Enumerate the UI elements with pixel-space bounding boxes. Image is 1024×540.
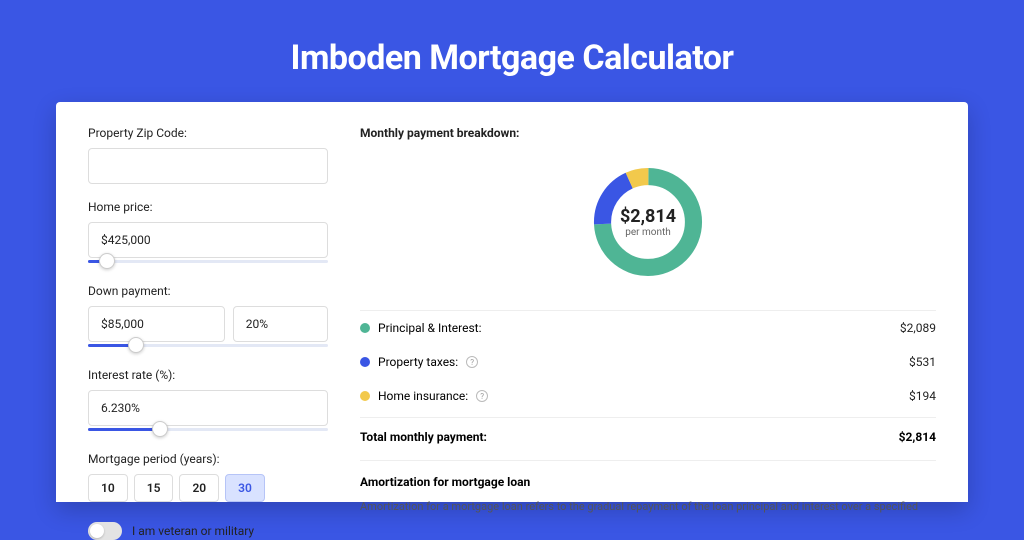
legend-insurance-row: Home insurance: ? $194 bbox=[360, 379, 936, 413]
zip-input[interactable] bbox=[88, 148, 328, 184]
period-label: Mortgage period (years): bbox=[88, 452, 328, 466]
slider-thumb[interactable] bbox=[128, 337, 144, 353]
home-price-block: Home price: bbox=[88, 200, 328, 268]
info-icon[interactable]: ? bbox=[466, 356, 478, 368]
dot-yellow-icon bbox=[360, 391, 370, 401]
veteran-toggle[interactable] bbox=[88, 522, 122, 540]
interest-rate-block: Interest rate (%): bbox=[88, 368, 328, 436]
legend-taxes-row: Property taxes: ? $531 bbox=[360, 345, 936, 379]
home-price-label: Home price: bbox=[88, 200, 328, 214]
zip-label: Property Zip Code: bbox=[88, 126, 328, 140]
toggle-knob bbox=[90, 524, 104, 538]
legend-principal-row: Principal & Interest: $2,089 bbox=[360, 311, 936, 345]
period-20-button[interactable]: 20 bbox=[179, 474, 219, 502]
legend-taxes-value: $531 bbox=[909, 355, 936, 369]
down-payment-percent-input[interactable] bbox=[233, 306, 328, 342]
down-payment-slider[interactable] bbox=[88, 340, 328, 352]
interest-rate-slider[interactable] bbox=[88, 424, 328, 436]
home-price-input[interactable] bbox=[88, 222, 328, 258]
breakdown-title: Monthly payment breakdown: bbox=[360, 126, 936, 140]
slider-fill bbox=[88, 428, 160, 431]
legend-insurance-label: Home insurance: bbox=[378, 389, 468, 403]
calculator-card: Property Zip Code: Home price: Down paym… bbox=[56, 102, 968, 502]
veteran-toggle-row: I am veteran or military bbox=[88, 522, 328, 540]
period-15-button[interactable]: 15 bbox=[134, 474, 174, 502]
home-price-slider[interactable] bbox=[88, 256, 328, 268]
amortization-title: Amortization for mortgage loan bbox=[360, 460, 936, 489]
interest-rate-label: Interest rate (%): bbox=[88, 368, 328, 382]
donut-chart-wrap: $2,814 per month bbox=[360, 152, 936, 292]
period-30-button[interactable]: 30 bbox=[225, 474, 265, 502]
veteran-label: I am veteran or military bbox=[132, 524, 254, 538]
period-buttons: 10 15 20 30 bbox=[88, 474, 328, 502]
slider-thumb[interactable] bbox=[152, 421, 168, 437]
donut-center: $2,814 per month bbox=[588, 162, 708, 282]
dot-green-icon bbox=[360, 323, 370, 333]
amortization-text: Amortization for a mortgage loan refers … bbox=[360, 499, 936, 516]
form-panel: Property Zip Code: Home price: Down paym… bbox=[88, 126, 328, 502]
breakdown-panel: Monthly payment breakdown: $2,814 per mo… bbox=[360, 126, 936, 502]
interest-rate-input[interactable] bbox=[88, 390, 328, 426]
zip-field-block: Property Zip Code: bbox=[88, 126, 328, 184]
down-payment-label: Down payment: bbox=[88, 284, 328, 298]
legend-principal-value: $2,089 bbox=[900, 321, 936, 335]
slider-thumb[interactable] bbox=[99, 253, 115, 269]
total-value: $2,814 bbox=[899, 430, 936, 444]
legend-taxes-label: Property taxes: bbox=[378, 355, 458, 369]
legend-insurance-value: $194 bbox=[909, 389, 936, 403]
slider-track bbox=[88, 260, 328, 263]
down-payment-amount-input[interactable] bbox=[88, 306, 225, 342]
total-row: Total monthly payment: $2,814 bbox=[360, 417, 936, 460]
page-title: Imboden Mortgage Calculator bbox=[0, 0, 1024, 102]
donut-amount: $2,814 bbox=[620, 206, 676, 227]
donut-chart: $2,814 per month bbox=[588, 162, 708, 282]
down-payment-block: Down payment: bbox=[88, 284, 328, 352]
period-10-button[interactable]: 10 bbox=[88, 474, 128, 502]
legend-principal-label: Principal & Interest: bbox=[378, 321, 482, 335]
period-block: Mortgage period (years): 10 15 20 30 bbox=[88, 452, 328, 502]
info-icon[interactable]: ? bbox=[476, 390, 488, 402]
donut-sub: per month bbox=[625, 227, 671, 238]
dot-blue-icon bbox=[360, 357, 370, 367]
total-label: Total monthly payment: bbox=[360, 430, 487, 444]
